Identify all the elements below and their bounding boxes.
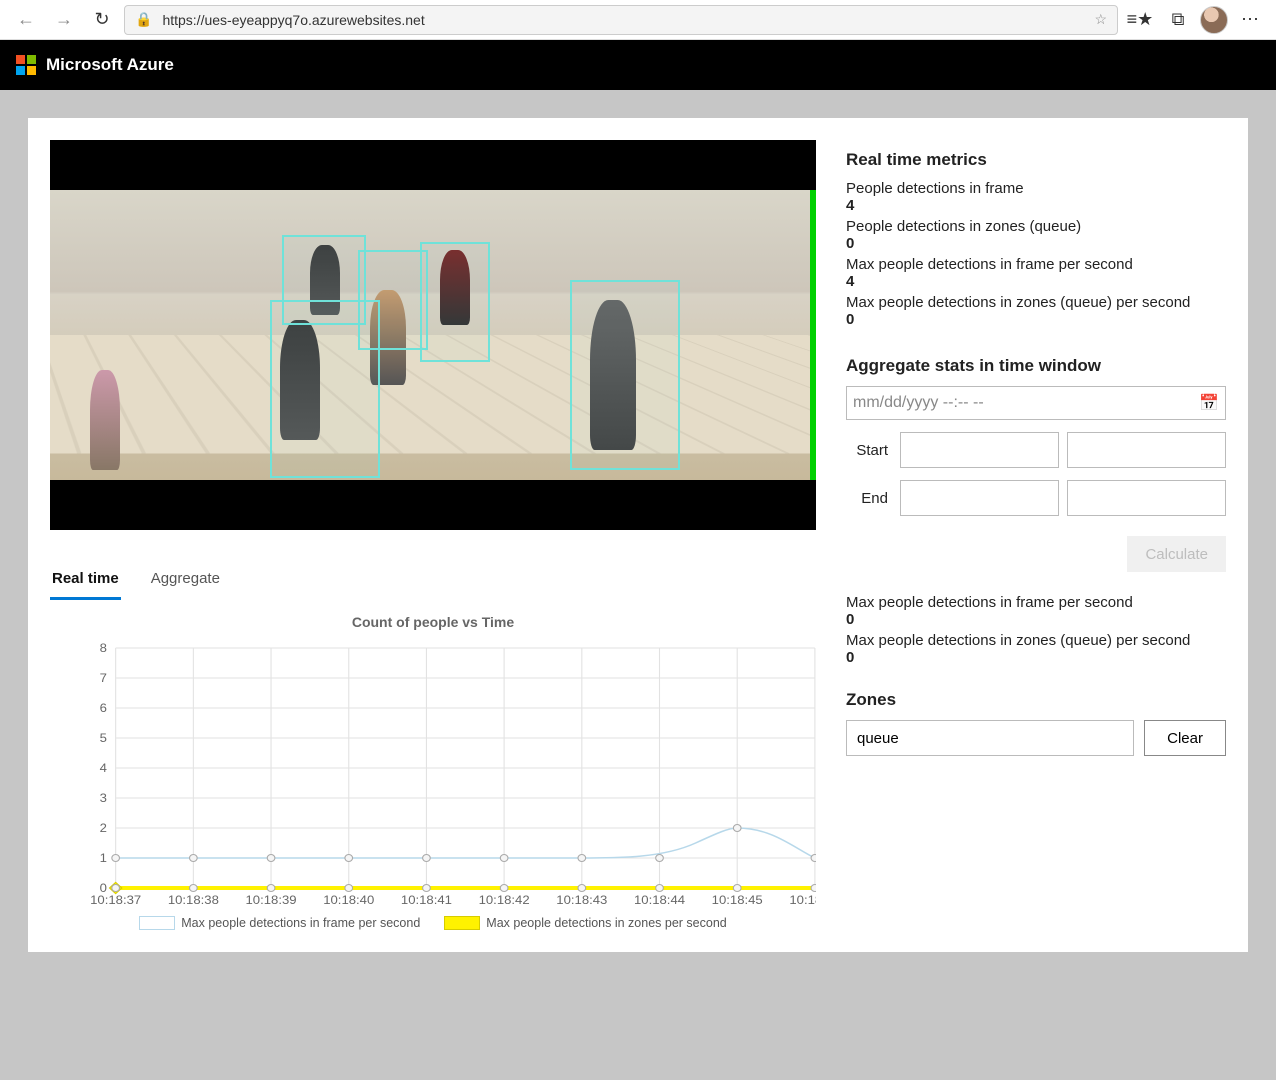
metric-value: 4 xyxy=(846,197,1226,214)
end-label: End xyxy=(846,490,892,507)
detection-box xyxy=(420,242,490,362)
legend-swatch-icon xyxy=(139,916,175,930)
legend-item-label: Max people detections in zones per secon… xyxy=(486,916,726,930)
more-icon[interactable]: ⋯ xyxy=(1234,4,1266,36)
svg-text:10:18:46: 10:18:46 xyxy=(789,894,816,907)
svg-text:10:18:45: 10:18:45 xyxy=(712,894,763,907)
svg-text:5: 5 xyxy=(100,732,107,745)
detection-box xyxy=(270,300,380,478)
start-label: Start xyxy=(846,442,892,459)
svg-text:10:18:41: 10:18:41 xyxy=(401,894,452,907)
address-bar[interactable]: 🔒 https://ues-eyeappyq7o.azurewebsites.n… xyxy=(124,5,1118,35)
chart-tabs: Real time Aggregate xyxy=(50,564,816,600)
agg-metric-value: 0 xyxy=(846,649,1226,666)
lock-icon: 🔒 xyxy=(135,11,152,28)
metric-value: 0 xyxy=(846,311,1226,328)
zone-input[interactable] xyxy=(846,720,1134,756)
favorite-icon[interactable]: ☆ xyxy=(1094,11,1107,28)
end-time-input[interactable] xyxy=(1067,480,1226,516)
zones-heading: Zones xyxy=(846,690,1226,710)
metric-value: 4 xyxy=(846,273,1226,290)
svg-text:10:18:42: 10:18:42 xyxy=(479,894,530,907)
metric-label: Max people detections in zones (queue) p… xyxy=(846,294,1226,311)
svg-text:8: 8 xyxy=(100,642,107,655)
microsoft-logo-icon xyxy=(16,55,36,75)
svg-text:10:18:37: 10:18:37 xyxy=(90,894,141,907)
metric-label: People detections in zones (queue) xyxy=(846,218,1226,235)
brand-text: Microsoft Azure xyxy=(46,55,174,75)
svg-text:6: 6 xyxy=(100,702,107,715)
forward-button: → xyxy=(48,4,80,36)
azure-header: Microsoft Azure xyxy=(0,40,1276,90)
line-chart: 012 345 678 10:18:3710:18:38 10:18:3910:… xyxy=(50,638,816,908)
end-date-input[interactable] xyxy=(900,480,1059,516)
start-date-input[interactable] xyxy=(900,432,1059,468)
chart-title: Count of people vs Time xyxy=(50,614,816,630)
video-feed xyxy=(50,140,816,530)
recording-indicator xyxy=(810,190,816,480)
svg-text:10:18:44: 10:18:44 xyxy=(634,894,685,907)
svg-text:10:18:40: 10:18:40 xyxy=(323,894,374,907)
svg-text:4: 4 xyxy=(100,762,107,775)
svg-text:10:18:39: 10:18:39 xyxy=(246,894,297,907)
browser-toolbar: ← → ↻ 🔒 https://ues-eyeappyq7o.azurewebs… xyxy=(0,0,1276,40)
aggregate-heading: Aggregate stats in time window xyxy=(846,356,1226,376)
calendar-icon[interactable]: 📅 xyxy=(1199,393,1219,413)
tab-aggregate[interactable]: Aggregate xyxy=(149,564,222,600)
metric-value: 0 xyxy=(846,235,1226,252)
agg-metric-value: 0 xyxy=(846,611,1226,628)
detection-box xyxy=(570,280,680,470)
legend-item-label: Max people detections in frame per secon… xyxy=(181,916,420,930)
chart-legend: Max people detections in frame per secon… xyxy=(50,916,816,930)
svg-text:10:18:43: 10:18:43 xyxy=(556,894,607,907)
clear-button[interactable]: Clear xyxy=(1144,720,1226,756)
refresh-button[interactable]: ↻ xyxy=(86,4,118,36)
start-time-input[interactable] xyxy=(1067,432,1226,468)
agg-metric-label: Max people detections in frame per secon… xyxy=(846,594,1226,611)
metrics-heading: Real time metrics xyxy=(846,150,1226,170)
back-button: ← xyxy=(10,4,42,36)
tab-realtime[interactable]: Real time xyxy=(50,564,121,600)
calculate-button: Calculate xyxy=(1127,536,1226,572)
svg-text:7: 7 xyxy=(100,672,107,685)
profile-avatar[interactable] xyxy=(1200,6,1228,34)
metric-label: Max people detections in frame per secon… xyxy=(846,256,1226,273)
svg-text:10:18:38: 10:18:38 xyxy=(168,894,219,907)
datetime-input[interactable]: mm/dd/yyyy --:-- -- 📅 xyxy=(846,386,1226,420)
collections-icon[interactable]: ⧉ xyxy=(1162,4,1194,36)
datetime-placeholder: mm/dd/yyyy --:-- -- xyxy=(853,394,984,412)
agg-metric-label: Max people detections in zones (queue) p… xyxy=(846,632,1226,649)
svg-text:3: 3 xyxy=(100,792,107,805)
svg-text:1: 1 xyxy=(100,852,107,865)
legend-swatch-icon xyxy=(444,916,480,930)
url-text: https://ues-eyeappyq7o.azurewebsites.net xyxy=(162,12,424,28)
svg-text:2: 2 xyxy=(100,822,107,835)
favorites-bar-icon[interactable]: ≡★ xyxy=(1124,4,1156,36)
metric-label: People detections in frame xyxy=(846,180,1226,197)
